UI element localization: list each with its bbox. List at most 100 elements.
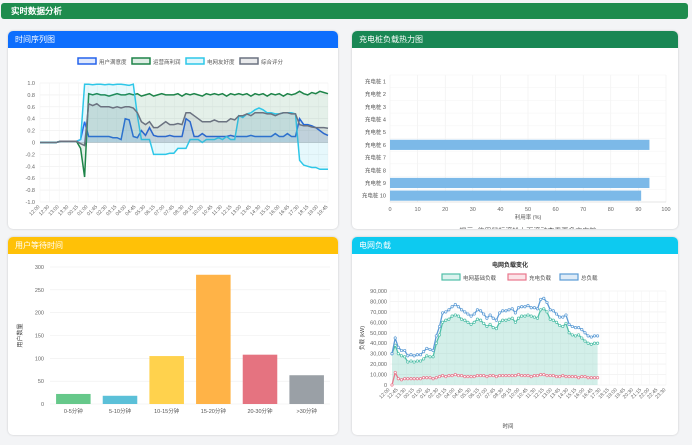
bar-20-30分钟 [242, 354, 278, 404]
y-tick-label: 90,000 [370, 289, 387, 295]
series-point-2 [501, 309, 505, 313]
legend-swatch-0 [77, 57, 97, 65]
series-point-1 [447, 374, 451, 378]
series-point-1 [475, 374, 479, 378]
y-tick-label: 0 [41, 402, 44, 408]
series-point-1 [456, 374, 460, 378]
series-point-0 [399, 354, 404, 358]
series-point-1 [453, 373, 457, 377]
series-point-0 [437, 333, 442, 337]
wait-time-chart[interactable]: 0 50 100 150 200 250 300 用户数量 0-5分钟 5-10分钟 10-15分钟… [8, 254, 338, 435]
series-point-2 [399, 348, 404, 353]
series-point-2 [526, 304, 530, 308]
series-point-1 [501, 374, 505, 378]
series-point-0 [422, 357, 426, 361]
legend-label-2: 总负载 [581, 274, 598, 282]
series-point-1 [418, 377, 423, 381]
series-point-2 [466, 312, 470, 316]
y-axis-label: 用户数量 [16, 323, 24, 347]
y-tick-label: 150 [35, 334, 44, 340]
series-point-2 [485, 316, 489, 320]
series-point-0 [409, 359, 413, 363]
series-point-0 [520, 314, 524, 318]
x-tick-label: 0-5分钟 [64, 407, 83, 415]
series-point-1 [472, 375, 476, 379]
bar-charger-10 [390, 190, 642, 201]
series-point-1 [494, 375, 498, 379]
series-point-2 [441, 311, 445, 315]
y-tick-label: 70,000 [370, 310, 387, 316]
series-point-2 [425, 346, 429, 350]
series-point-1 [488, 374, 492, 378]
series-point-1 [520, 374, 524, 378]
bar->30分钟 [289, 375, 324, 404]
page-title: 实时数据分析 [11, 6, 63, 16]
series-point-1 [396, 377, 400, 381]
x-tick-label: 50 [525, 207, 531, 213]
y-tick-label: 充电桩 6 [365, 141, 386, 149]
series-point-2 [431, 348, 435, 353]
series-point-0 [450, 314, 454, 318]
series-point-1 [548, 374, 552, 378]
x-tick-label: 70 [580, 207, 586, 213]
y-tick-label: 100 [35, 356, 44, 362]
y-tick-label: -0.6 [26, 176, 35, 182]
series-point-2 [583, 331, 587, 335]
series-point-2 [567, 322, 571, 326]
series-point-1 [532, 374, 536, 378]
series-point-0 [548, 317, 552, 321]
series-point-2 [482, 312, 486, 316]
series-point-0 [580, 336, 584, 340]
y-tick-label: 充电桩 2 [365, 90, 386, 98]
series-point-2 [396, 345, 400, 349]
series-point-0 [418, 359, 423, 363]
x-tick-label: 60 [553, 207, 559, 213]
series-point-1 [460, 374, 464, 378]
series-point-1 [564, 375, 568, 379]
series-point-1 [466, 375, 470, 379]
series-point-1 [469, 375, 473, 379]
legend-swatch-3 [239, 57, 259, 65]
series-point-0 [479, 318, 483, 322]
series-point-2 [542, 296, 546, 300]
x-axis-label: 时间 [502, 422, 513, 430]
series-point-2 [592, 334, 597, 338]
y-tick-label: 充电桩 7 [365, 154, 386, 162]
series-point-2 [539, 297, 543, 301]
series-point-2 [596, 334, 600, 338]
series-point-2 [491, 316, 495, 320]
bar-5-10分钟 [102, 395, 138, 404]
y-tick-label: 50 [38, 379, 44, 385]
timeseries-panel-title: 时间序列图 [15, 35, 55, 44]
series-point-2 [450, 305, 454, 309]
grid-load-chart[interactable]: 电网负载变化电网基础负载 充电负载 总负载010,00020,00030,00040… [352, 254, 678, 435]
series-point-1 [596, 376, 600, 380]
heatmap-chart[interactable]: 0 10 20 30 40 50 60 70 80 90 100 充电桩 1 充电桩 2 充电桩 3 充电桩… [352, 48, 678, 229]
legend-swatch-0 [441, 273, 461, 281]
series-point-1 [554, 375, 559, 379]
y-tick-label: 0 [32, 141, 35, 147]
legend-swatch-2 [185, 57, 205, 65]
series-point-2 [507, 308, 511, 312]
series-point-2 [570, 324, 574, 329]
series-point-0 [596, 341, 600, 345]
y-tick-label: 充电桩 5 [365, 128, 386, 136]
y-tick-label: 50,000 [370, 331, 387, 337]
series-point-0 [488, 322, 492, 326]
series-point-0 [412, 360, 416, 364]
series-point-1 [425, 376, 429, 380]
series-point-2 [529, 306, 533, 310]
grid-load-panel: 电网负载 电网负载变化 电网基础负载 充电负载 总负载 0 10,000 20,000 30,… [352, 237, 678, 435]
series-point-1 [535, 374, 540, 378]
series-point-0 [558, 323, 562, 328]
series-point-0 [554, 320, 559, 324]
timeseries-chart[interactable]: 用户满意度 运营商利润 电网友好度 综合评分 1.0 0.8 0.6 0.4 0.2 0 -0.2 -… [8, 48, 338, 229]
series-point-2 [586, 334, 590, 338]
y-tick-label: 250 [35, 288, 44, 294]
series-point-1 [431, 377, 435, 381]
series-point-1 [463, 375, 467, 379]
series-point-0 [551, 318, 555, 322]
series-point-2 [494, 318, 498, 322]
series-point-0 [523, 314, 527, 318]
y-tick-label: 充电桩 1 [365, 77, 386, 85]
